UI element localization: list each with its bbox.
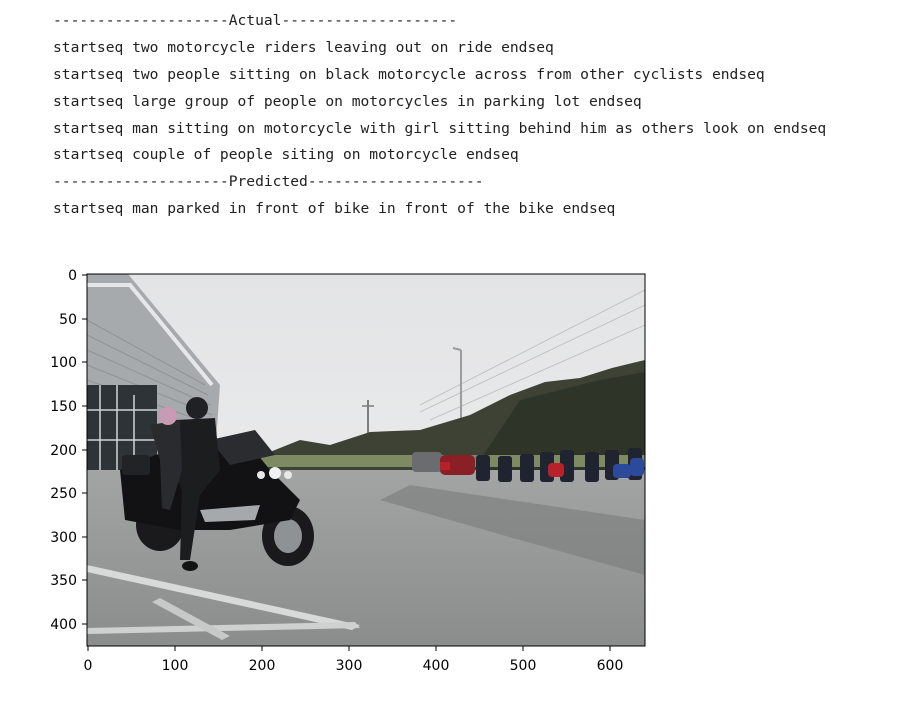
x-tick-label: 200 [249,658,276,674]
x-tick-label: 600 [597,658,624,674]
y-tick-label: 50 [59,312,77,328]
image-figure: 0 100 200 300 400 500 600 0 50 100 150 2… [50,268,646,674]
y-tick-label: 150 [50,399,77,415]
y-axis [82,274,87,625]
y-tick-label: 350 [50,573,77,589]
y-tick-label: 0 [68,268,77,284]
x-tick-label: 400 [423,658,450,674]
y-tick-label: 100 [50,355,77,371]
photo-motorcycle-parking-lot [87,274,645,646]
y-tick-label: 250 [50,486,77,502]
x-tick-label: 100 [162,658,189,674]
x-tick-label: 500 [510,658,537,674]
x-tick-label: 0 [84,658,93,674]
x-axis [87,646,611,651]
y-tick-label: 200 [50,443,77,459]
y-tick-label: 300 [50,530,77,546]
x-tick-label: 300 [336,658,363,674]
y-tick-label: 400 [50,617,77,633]
